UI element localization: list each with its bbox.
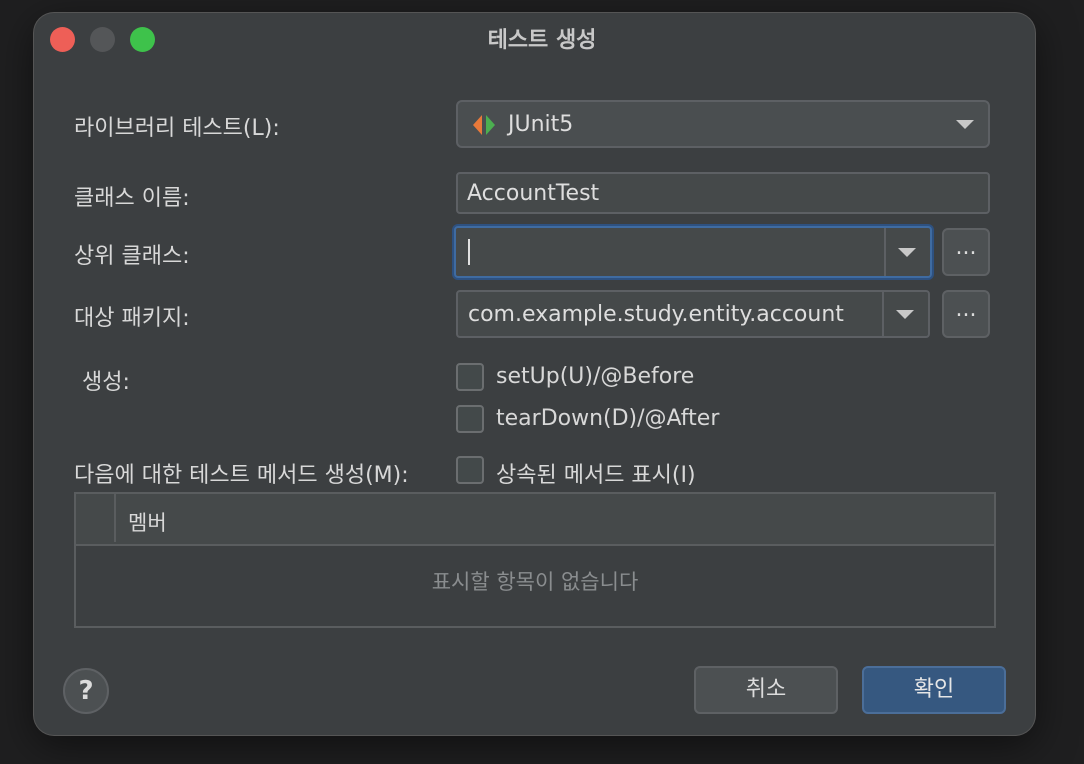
column-divider: [114, 494, 116, 542]
junit-icon: [473, 115, 495, 135]
library-label: 라이브러리 테스트(L):: [74, 116, 280, 141]
chevron-down-icon[interactable]: [898, 248, 916, 257]
ok-button[interactable]: 확인: [862, 666, 1006, 714]
chevron-down-icon: [956, 120, 974, 129]
cancel-button[interactable]: 취소: [694, 666, 838, 714]
inherited-checkbox[interactable]: [456, 456, 484, 484]
superclass-combo[interactable]: [454, 226, 932, 278]
text-cursor: [468, 239, 470, 265]
package-combo[interactable]: com.example.study.entity.account: [456, 290, 930, 338]
combo-divider: [884, 228, 886, 276]
methods-label: 다음에 대한 테스트 메서드 생성(M):: [74, 463, 409, 488]
members-table[interactable]: 멤버 표시할 항목이 없습니다: [74, 492, 996, 628]
generate-label: 생성:: [82, 370, 130, 395]
empty-table-text: 표시할 항목이 없습니다: [431, 570, 639, 594]
package-label: 대상 패키지:: [74, 306, 190, 331]
superclass-label: 상위 클래스:: [74, 244, 190, 269]
teardown-checkbox[interactable]: [456, 405, 484, 433]
class-name-input[interactable]: AccountTest: [456, 172, 990, 214]
package-browse-button[interactable]: ...: [942, 290, 990, 338]
member-column-header[interactable]: 멤버: [128, 507, 167, 537]
library-dropdown[interactable]: JUnit5: [456, 100, 990, 148]
combo-divider: [882, 292, 884, 336]
class-name-value: AccountTest: [467, 181, 600, 206]
setup-label[interactable]: setUp(U)/@Before: [496, 364, 694, 389]
teardown-label[interactable]: tearDown(D)/@After: [496, 406, 719, 431]
table-header: 멤버: [76, 494, 994, 546]
help-button[interactable]: ?: [63, 668, 109, 714]
setup-checkbox[interactable]: [456, 363, 484, 391]
dialog-title: 테스트 생성: [487, 28, 597, 53]
chevron-down-icon[interactable]: [896, 310, 914, 319]
package-value: com.example.study.entity.account: [468, 302, 844, 327]
class-name-label: 클래스 이름:: [74, 186, 190, 211]
library-value: JUnit5: [508, 112, 574, 137]
superclass-browse-button[interactable]: ...: [942, 228, 990, 276]
inherited-label[interactable]: 상속된 메서드 표시(I): [496, 457, 696, 489]
